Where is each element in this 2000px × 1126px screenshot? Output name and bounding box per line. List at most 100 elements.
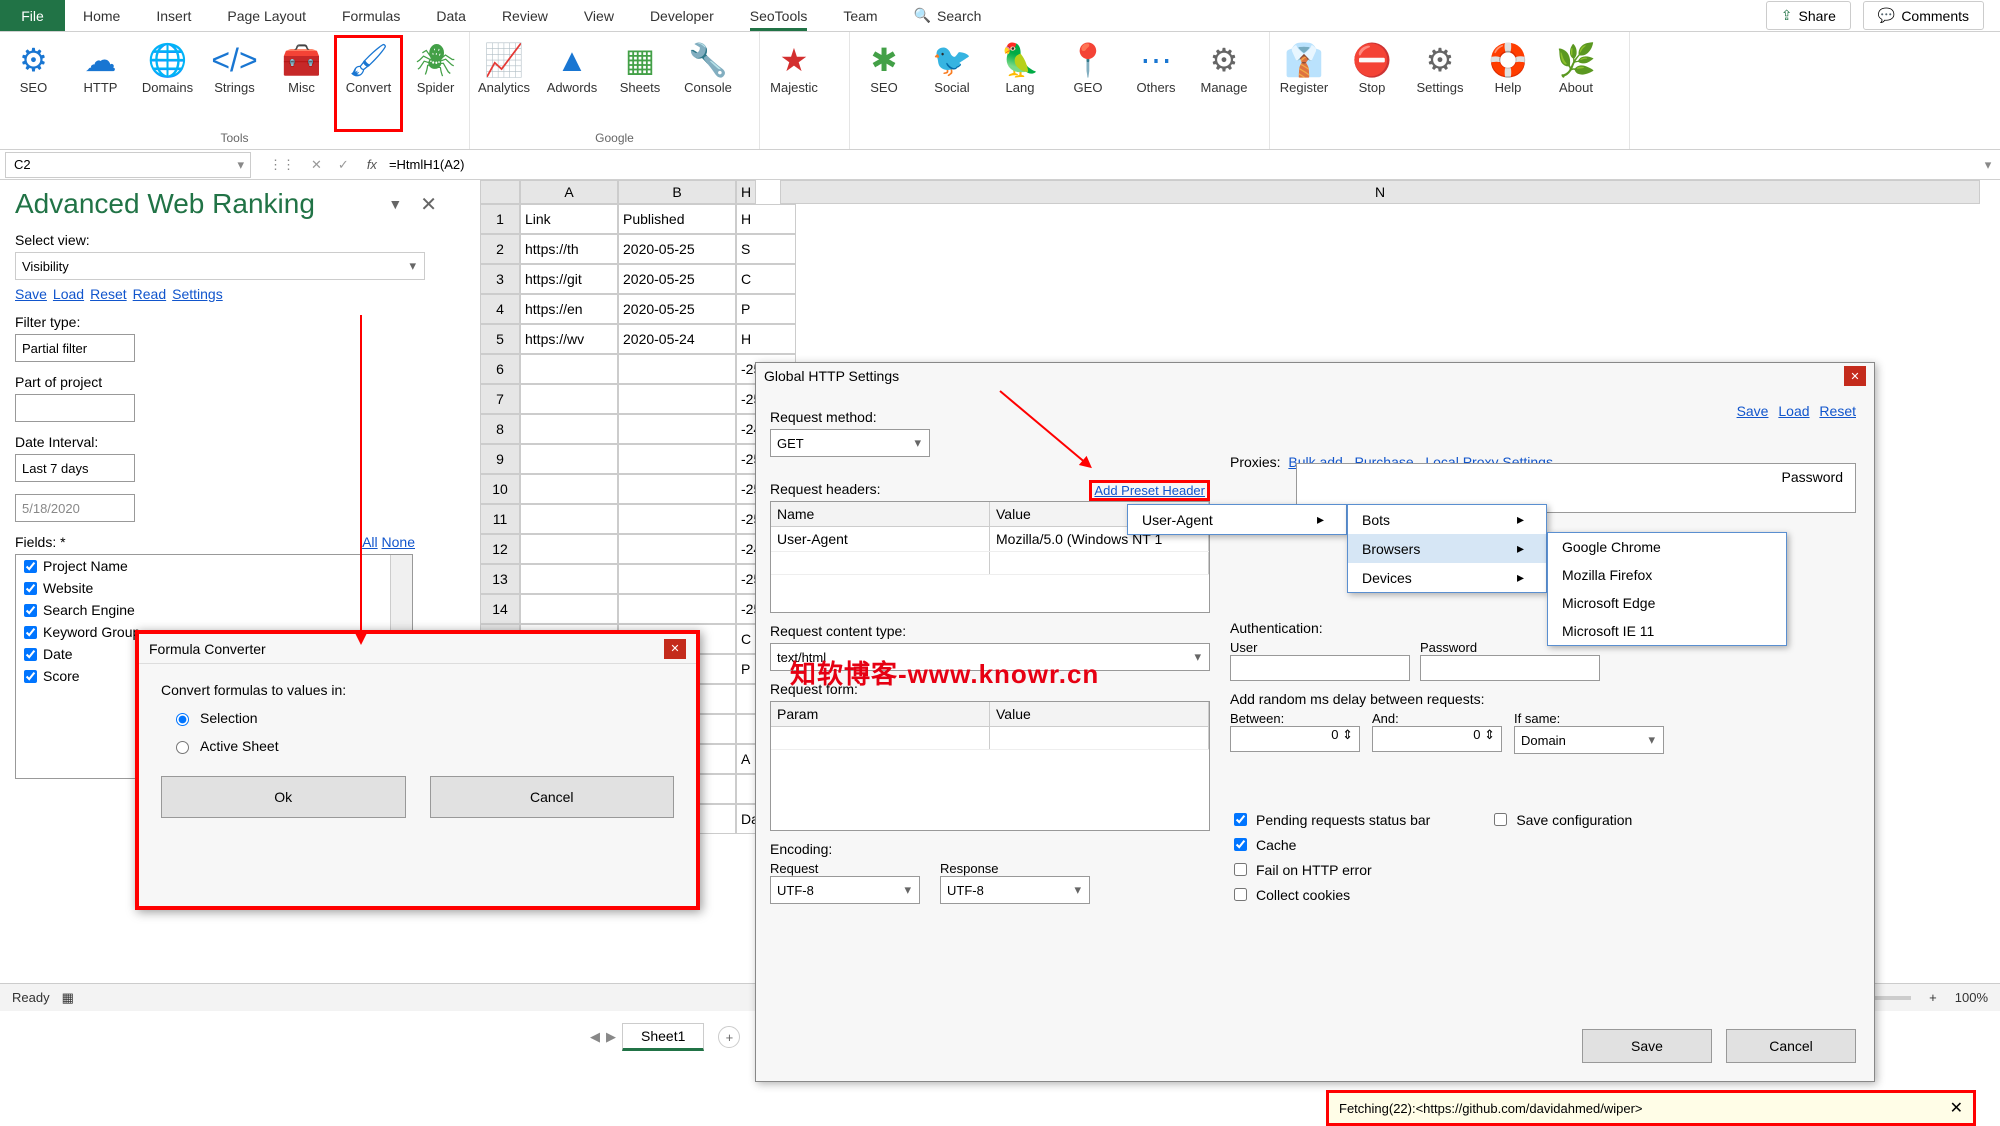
ribbon-geo[interactable]: 📍GEO — [1054, 36, 1122, 145]
tab-review[interactable]: Review — [484, 0, 566, 31]
chk-save-config[interactable] — [1494, 813, 1507, 826]
field-search-engine-check[interactable] — [24, 604, 37, 617]
http-cancel-button[interactable]: Cancel — [1726, 1029, 1856, 1063]
ribbon-analytics[interactable]: 📈Analytics — [470, 36, 538, 131]
menu-user-agent[interactable]: User-Agent▸ — [1128, 505, 1346, 534]
form-grid[interactable]: ParamValue — [770, 701, 1210, 831]
auth-password-input[interactable] — [1420, 655, 1600, 681]
menu-ie11[interactable]: Microsoft IE 11 — [1548, 617, 1786, 645]
all-link[interactable]: All — [362, 534, 378, 550]
read-link[interactable]: Read — [133, 286, 166, 302]
date-input[interactable]: 5/18/2020 — [15, 494, 135, 522]
ifsame-select[interactable]: Domain — [1514, 726, 1664, 754]
ribbon-settings[interactable]: ⚙Settings — [1406, 36, 1474, 145]
ribbon-about[interactable]: 🌿About — [1542, 36, 1610, 145]
menu-firefox[interactable]: Mozilla Firefox — [1548, 561, 1786, 589]
add-sheet-button[interactable]: + — [718, 1026, 740, 1048]
delay-and-input[interactable]: 0 ⇕ — [1372, 726, 1502, 752]
sheet-nav-right[interactable]: ▶ — [606, 1029, 616, 1045]
http-close-button[interactable]: ✕ — [1844, 366, 1866, 386]
menu-chrome[interactable]: Google Chrome — [1548, 533, 1786, 561]
ribbon-spider[interactable]: 🕷Spider — [402, 36, 469, 131]
ribbon-stop[interactable]: ⛔Stop — [1338, 36, 1406, 145]
fetch-close-icon[interactable]: ✕ — [1950, 1098, 1963, 1118]
name-box[interactable]: C2 — [5, 152, 251, 178]
date-interval-select[interactable]: Last 7 days — [15, 454, 135, 482]
field-project-name-check[interactable] — [24, 560, 37, 573]
ribbon-social[interactable]: 🐦Social — [918, 36, 986, 145]
zoom-value[interactable]: 100% — [1955, 990, 1988, 1005]
ribbon-seo[interactable]: ⚙SEO — [0, 36, 67, 131]
field-date-check[interactable] — [24, 648, 37, 661]
menu-devices[interactable]: Devices▸ — [1348, 563, 1546, 592]
formula-ok-button[interactable]: Ok — [161, 776, 406, 818]
ribbon-convert[interactable]: 🖌Convert — [335, 36, 402, 131]
tab-team[interactable]: Team — [825, 0, 895, 31]
hp-save-link[interactable]: Save — [1737, 403, 1769, 419]
hp-load-link[interactable]: Load — [1778, 403, 1809, 419]
task-pane-close[interactable]: ✕ — [412, 192, 445, 217]
ribbon-majestic[interactable]: ★Majestic — [760, 36, 828, 145]
add-preset-header-link[interactable]: Add Preset Header — [1089, 480, 1210, 501]
ribbon-misc[interactable]: 🧰Misc — [268, 36, 335, 131]
tab-view[interactable]: View — [566, 0, 632, 31]
menu-browsers[interactable]: Browsers▸ — [1348, 534, 1546, 563]
ribbon-manage[interactable]: ⚙Manage — [1190, 36, 1258, 145]
ribbon-others[interactable]: ⋯Others — [1122, 36, 1190, 145]
tab-developer[interactable]: Developer — [632, 0, 732, 31]
radio-active-sheet[interactable] — [176, 741, 189, 754]
formula-cancel-button[interactable]: Cancel — [430, 776, 675, 818]
formula-input[interactable]: =HtmlH1(A2) — [385, 157, 1976, 172]
auth-user-input[interactable] — [1230, 655, 1410, 681]
reset-link[interactable]: Reset — [90, 286, 127, 302]
field-website-check[interactable] — [24, 582, 37, 595]
request-method-select[interactable]: GET — [770, 429, 930, 457]
preset-header-menu[interactable]: User-Agent▸ — [1127, 504, 1347, 535]
status-macro-icon[interactable]: ▦ — [62, 990, 74, 1006]
sheet-nav-left[interactable]: ◀ — [590, 1029, 600, 1045]
http-save-button[interactable]: Save — [1582, 1029, 1712, 1063]
field-score-check[interactable] — [24, 670, 37, 683]
ribbon-lang[interactable]: 🦜Lang — [986, 36, 1054, 145]
ribbon-register[interactable]: 👔Register — [1270, 36, 1338, 145]
part-project-input[interactable] — [15, 394, 135, 422]
sheet-tab-1[interactable]: Sheet1 — [622, 1023, 704, 1051]
ribbon-help[interactable]: 🛟Help — [1474, 36, 1542, 145]
task-pane-menu[interactable]: ▼ — [378, 196, 412, 212]
delay-between-input[interactable]: 0 ⇕ — [1230, 726, 1360, 752]
tab-page-layout[interactable]: Page Layout — [209, 0, 324, 31]
fx-grid-icon[interactable]: ⋮⋮ — [265, 157, 299, 173]
ribbon-adwords[interactable]: ▲Adwords — [538, 36, 606, 131]
menu-edge[interactable]: Microsoft Edge — [1548, 589, 1786, 617]
load-link[interactable]: Load — [53, 286, 84, 302]
ribbon-strings[interactable]: </>Strings — [201, 36, 268, 131]
tab-data[interactable]: Data — [418, 0, 484, 31]
field-keyword-group-check[interactable] — [24, 626, 37, 639]
select-view-dropdown[interactable]: Visibility — [15, 252, 425, 280]
ribbon-http[interactable]: ☁HTTP — [67, 36, 134, 131]
tab-seotools[interactable]: SeoTools — [732, 0, 826, 31]
filter-type-select[interactable]: Partial filter — [15, 334, 135, 362]
response-encoding-select[interactable]: UTF-8 — [940, 876, 1090, 904]
chk-cache[interactable] — [1234, 838, 1247, 851]
chk-pending[interactable] — [1234, 813, 1247, 826]
ribbon-sheets[interactable]: ▦Sheets — [606, 36, 674, 131]
formula-dlg-close[interactable]: ✕ — [664, 639, 686, 659]
menu-bots[interactable]: Bots▸ — [1348, 505, 1546, 534]
file-menu[interactable]: File — [0, 0, 65, 31]
none-link[interactable]: None — [382, 534, 415, 550]
chk-cookies[interactable] — [1234, 888, 1247, 901]
share-button[interactable]: ⇪ Share — [1766, 1, 1851, 30]
request-encoding-select[interactable]: UTF-8 — [770, 876, 920, 904]
save-link[interactable]: Save — [15, 286, 47, 302]
user-agent-submenu[interactable]: Bots▸ Browsers▸ Devices▸ — [1347, 504, 1547, 593]
fx-cancel-icon[interactable]: ✕ — [307, 157, 326, 173]
tab-insert[interactable]: Insert — [138, 0, 209, 31]
ribbon-domains[interactable]: 🌐Domains — [134, 36, 201, 131]
tab-home[interactable]: Home — [65, 0, 138, 31]
chk-fail[interactable] — [1234, 863, 1247, 876]
settings-link[interactable]: Settings — [172, 286, 223, 302]
radio-selection[interactable] — [176, 713, 189, 726]
zoom-in[interactable]: + — [1929, 990, 1937, 1005]
search-box[interactable]: 🔍 Search — [896, 0, 1000, 31]
